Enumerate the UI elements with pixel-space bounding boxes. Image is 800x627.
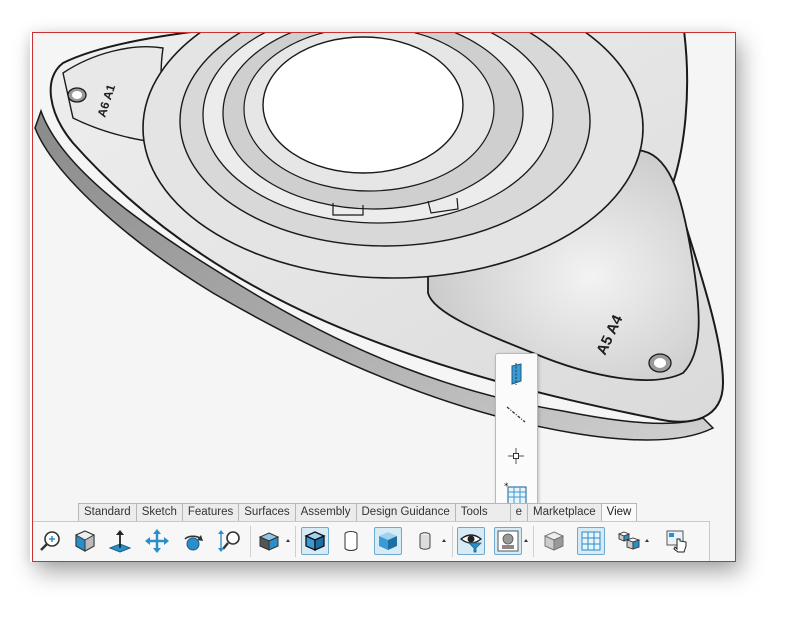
tab-marketplace[interactable]: Marketplace [527,503,602,521]
reference-point-icon [508,448,524,464]
reference-axis-icon [506,406,526,423]
pan-button[interactable] [143,527,171,555]
wireframe-icon [344,531,358,551]
zoom-to-fit-button[interactable] [37,527,65,555]
tab-standard[interactable]: Standard [78,503,137,521]
tab-sketch[interactable]: Sketch [135,503,183,521]
reference-point-button[interactable] [502,442,530,470]
rotate-icon [184,535,203,551]
pan-icon [145,529,169,553]
view-orientation-button[interactable] [71,527,99,555]
tab-features[interactable]: Features [181,503,240,521]
appearance-button[interactable] [494,527,522,555]
tab-surfaces[interactable]: Surfaces [238,503,296,521]
tab-tools[interactable]: Tools [454,503,511,521]
svg-text:*: * [504,482,509,492]
tab-partial[interactable]: e [509,503,528,521]
grid-icon [581,531,601,551]
tab-view[interactable]: View [600,503,638,521]
appearance-icon [497,530,519,552]
normal-to-icon [108,530,132,553]
render-tools-button[interactable] [540,527,568,555]
display-style-icon [258,532,280,551]
shaded-with-edges-button[interactable] [301,527,329,555]
hidden-lines-dropdown-caret[interactable] [442,539,446,542]
hide-show-items-icon [459,534,483,553]
components-dropdown-caret[interactable] [645,539,649,542]
wireframe-button[interactable] [337,527,365,555]
toolbar-separator [250,526,251,557]
toolbar-separator [533,526,534,557]
components-button[interactable] [615,527,643,555]
touch-mode-icon [666,530,687,553]
graphics-viewport[interactable]: A6 A1 A5 A4 [32,32,736,562]
view-orientation-icon [75,530,95,552]
hide-show-items-button[interactable] [457,527,485,555]
display-style-dropdown-caret[interactable] [286,539,290,542]
reference-plane-button[interactable] [502,360,530,388]
zoom-to-fit-icon [40,531,60,551]
hidden-lines-icon [419,532,431,550]
touch-mode-button[interactable] [663,527,691,555]
reference-plane-icon [511,363,522,385]
tab-design-guidance[interactable]: Design Guidance [355,503,456,521]
display-style-button[interactable] [255,527,283,555]
view-toolbar [33,521,710,561]
reference-axis-button[interactable] [502,400,530,428]
rotate-button[interactable] [179,527,207,555]
reference-geometry-flyout: * [495,353,538,515]
tab-assembly[interactable]: Assembly [294,503,357,521]
hidden-lines-button[interactable] [411,527,439,555]
toolbar-separator [295,526,296,557]
part-model: A6 A1 A5 A4 [34,33,725,441]
zoom-icon [218,530,240,552]
normal-to-button[interactable] [106,527,134,555]
shaded-button[interactable] [374,527,402,555]
shaded-with-edges-icon [304,531,326,552]
components-icon [617,531,641,550]
grid-button[interactable] [577,527,605,555]
shaded-icon [379,532,397,550]
render-tools-icon [543,531,565,551]
zoom-button[interactable] [216,527,244,555]
appearance-dropdown-caret[interactable] [524,539,528,542]
command-manager-tabs: Standard Sketch Features Surfaces Assemb… [78,503,638,521]
toolbar-separator [452,526,453,557]
